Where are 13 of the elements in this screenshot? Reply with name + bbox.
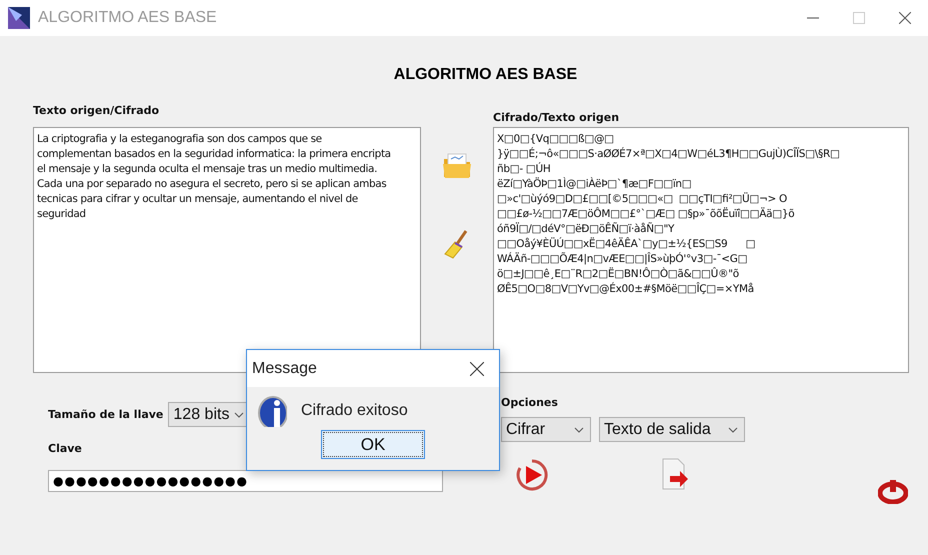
- field-label: Opciones: [501, 396, 558, 409]
- field-label: Tamaño de la llave: [48, 408, 164, 421]
- field-label: Cifrado/Texto origen: [493, 110, 620, 126]
- main-heading: ALGORITMO AES BASE: [392, 66, 578, 85]
- output-dropdown[interactable]: Texto de salida: [599, 417, 745, 442]
- field-label: Clave: [48, 442, 82, 455]
- field-label: Texto origen/Cifrado: [33, 104, 160, 119]
- password-field[interactable]: ●●●●●●●●●●●●●●●●●: [48, 470, 443, 492]
- ok-button[interactable]: OK: [321, 430, 425, 459]
- window-title: ALGORITMO AES BASE: [38, 9, 217, 27]
- mode-dropdown[interactable]: Cifrar: [501, 417, 591, 442]
- dialog-message: Cifrado exitoso: [301, 402, 408, 420]
- output-text-area[interactable]: X□0□{Vq□□□ß□@□ }ÿ□□É;¬ô«□□□S·aØØÉ7×ª□X□4□W□éL3¶H□□GujÙ)CÎÏS□\§R□ ñb□- □ÚH ëZí□YàÖÞ□1Ì@□iÀëÞ□`¶æ□F□□ïn□ □»c'□ùýó9□D□£□□[©5□□□«□ □□çTI□ﬁ²□Ü□¬> O □□£ø-½□□7Æ□öÔM□□£°`□Æ□ □§p»¯õõËuïî□□Ää□}õ óñ9Ï□/□déV°□ëÐ□öÊÑ□ï·àåÑ□"Y □□Oåý¥ÈÜÚ□□xË□4êÄÊA`□y□±½{ES□S9 □ WÁÄñ-□□□ÕÆ4|n□vÆE□□|ÎS»ùþÓ'°v3□-¯<G□ ö□±J□□ê¸E□¨R□2□Ë□BN!Ô□Ò□ã&□□Û®"õ ØÊ5□O□8□V□Yv□@Éx00±#§Möë□□ÎÇ□=×YMå: [493, 127, 909, 373]
